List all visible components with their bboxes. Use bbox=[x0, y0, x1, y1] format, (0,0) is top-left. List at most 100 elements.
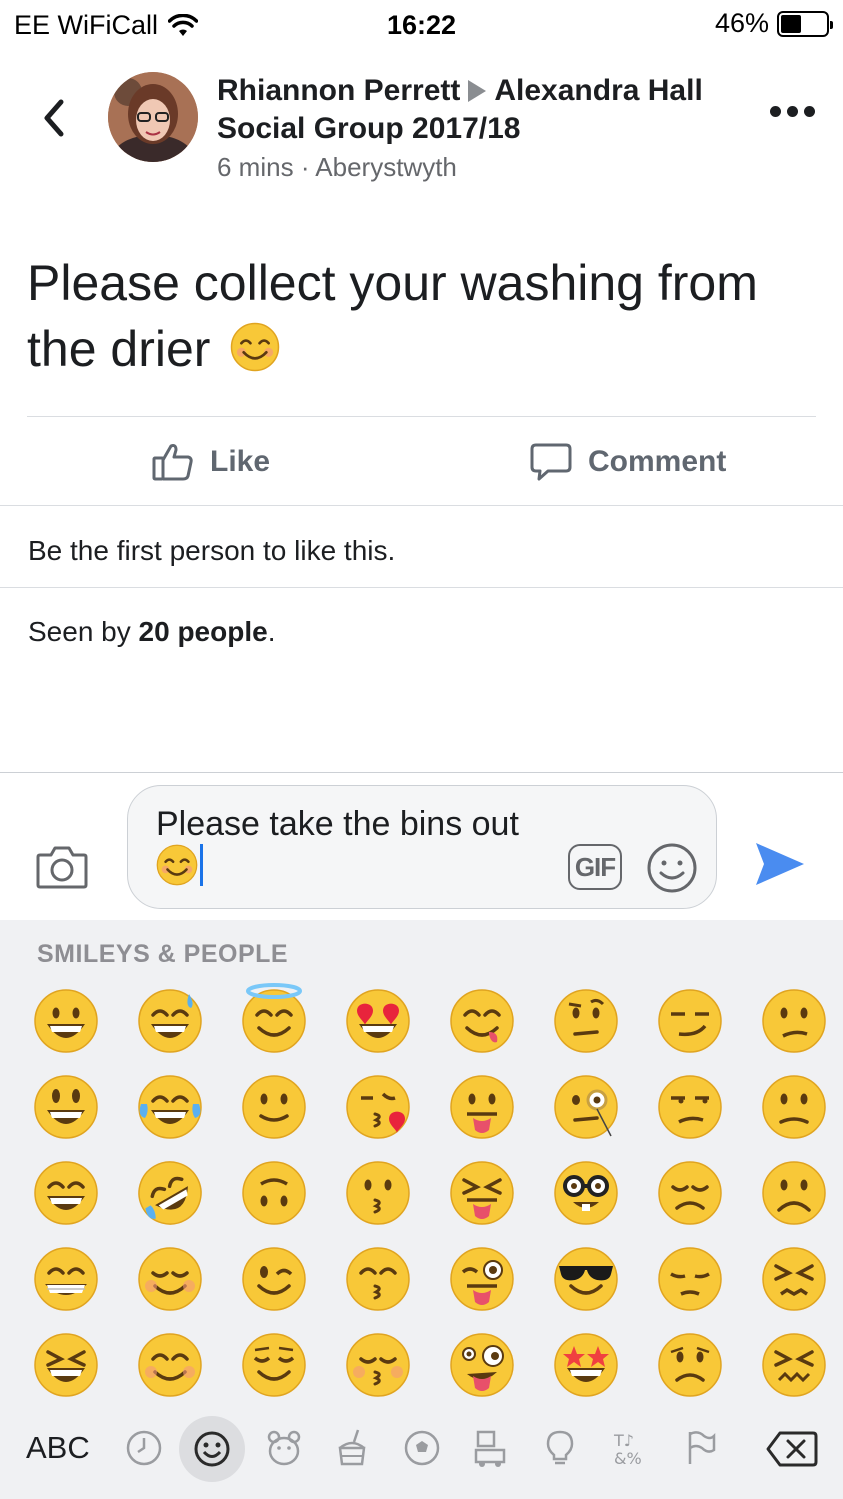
meta-separator: · bbox=[300, 152, 310, 182]
comment-button[interactable]: Comment bbox=[530, 442, 726, 482]
raised-eyebrow-emoji-icon[interactable] bbox=[553, 988, 619, 1054]
comment-label: Comment bbox=[588, 445, 727, 478]
smiley-outline-icon bbox=[647, 843, 697, 893]
abc-key[interactable]: ABC bbox=[26, 1430, 90, 1466]
star-struck-emoji-icon[interactable] bbox=[553, 1332, 619, 1398]
dot-icon bbox=[770, 106, 781, 117]
author-name[interactable]: Rhiannon Perrett bbox=[217, 74, 460, 107]
relaxed-emoji-icon[interactable] bbox=[137, 1246, 203, 1312]
flags-icon[interactable] bbox=[680, 1428, 720, 1468]
monocle-emoji-icon[interactable] bbox=[553, 1074, 619, 1140]
upside-down-emoji-icon[interactable] bbox=[241, 1160, 307, 1226]
post-title[interactable]: Rhiannon Perrett Alexandra Hall Social Gr… bbox=[217, 72, 757, 148]
frowning-emoji-icon[interactable] bbox=[761, 1160, 827, 1226]
pensive-emoji-icon[interactable] bbox=[657, 1246, 723, 1312]
sweat-smile-emoji-icon[interactable] bbox=[137, 988, 203, 1054]
kissing-closed-eyes-emoji-icon[interactable] bbox=[345, 1332, 411, 1398]
winking-tongue-emoji-icon[interactable] bbox=[449, 1246, 515, 1312]
camera-icon bbox=[36, 846, 88, 889]
svg-text:T♪: T♪ bbox=[613, 1431, 634, 1450]
arrow-right-icon bbox=[468, 80, 487, 102]
heart-eyes-emoji-icon[interactable] bbox=[345, 988, 411, 1054]
objects-bulb-icon[interactable] bbox=[540, 1428, 580, 1468]
animals-icon[interactable] bbox=[264, 1428, 304, 1468]
emoji-keyboard: SMILEYS & PEOPLE ABC T♪ &% bbox=[0, 920, 843, 1499]
comment-input[interactable]: Please take the bins out GIF bbox=[127, 785, 717, 909]
grin-emoji-icon[interactable] bbox=[33, 1246, 99, 1312]
battery-icon bbox=[777, 10, 833, 37]
time-ago[interactable]: 6 mins bbox=[217, 152, 294, 182]
recent-clock-icon[interactable] bbox=[124, 1428, 164, 1468]
dot-icon bbox=[804, 106, 815, 117]
text-caret bbox=[200, 844, 203, 886]
kissing-heart-emoji-icon[interactable] bbox=[345, 1074, 411, 1140]
activity-ball-icon[interactable] bbox=[402, 1428, 442, 1468]
confused-emoji-icon[interactable] bbox=[761, 988, 827, 1054]
smileys-icon[interactable] bbox=[192, 1429, 232, 1469]
svg-text:&%: &% bbox=[614, 1449, 642, 1468]
kissing-emoji-icon[interactable] bbox=[345, 1160, 411, 1226]
like-button[interactable]: Like bbox=[152, 442, 270, 482]
divider bbox=[0, 505, 843, 506]
smiling-face-emoji-icon bbox=[231, 322, 280, 372]
battery-percent: 46% bbox=[714, 8, 769, 38]
persevere-emoji-icon[interactable] bbox=[761, 1246, 827, 1312]
zany-emoji-icon[interactable] bbox=[449, 1332, 515, 1398]
worried-emoji-icon[interactable] bbox=[657, 1332, 723, 1398]
avatar[interactable] bbox=[108, 72, 198, 162]
smile-emoji-icon[interactable] bbox=[33, 1160, 99, 1226]
thumbs-up-icon bbox=[152, 444, 193, 481]
symbols-icon[interactable]: T♪ &% bbox=[610, 1428, 650, 1468]
more-options-button[interactable] bbox=[770, 106, 815, 117]
gif-button[interactable]: GIF bbox=[568, 844, 622, 890]
relieved-emoji-icon[interactable] bbox=[241, 1332, 307, 1398]
chevron-left-icon bbox=[44, 99, 64, 137]
avatar-image bbox=[108, 72, 198, 162]
squint-tongue-emoji-icon[interactable] bbox=[449, 1160, 515, 1226]
joy-emoji-icon[interactable] bbox=[137, 1074, 203, 1140]
disappointed-emoji-icon[interactable] bbox=[657, 1160, 723, 1226]
emoji-grid bbox=[33, 983, 833, 1418]
comment-input-value: Please take the bins out bbox=[156, 805, 519, 843]
unamused-emoji-icon[interactable] bbox=[657, 1074, 723, 1140]
seen-by[interactable]: Seen by 20 people. bbox=[28, 616, 275, 648]
slightly-frowning-emoji-icon[interactable] bbox=[761, 1074, 827, 1140]
blush-emoji-icon[interactable] bbox=[137, 1332, 203, 1398]
divider bbox=[0, 587, 843, 588]
comment-input-text[interactable]: Please take the bins out bbox=[156, 804, 576, 887]
like-label: Like bbox=[210, 445, 271, 478]
tongue-emoji-icon[interactable] bbox=[449, 1074, 515, 1140]
wink-emoji-icon[interactable] bbox=[241, 1246, 307, 1312]
yum-emoji-icon[interactable] bbox=[449, 988, 515, 1054]
post-text: Please collect your washing from the dri… bbox=[27, 255, 758, 377]
seen-suffix: . bbox=[267, 616, 276, 647]
send-button[interactable] bbox=[752, 839, 806, 894]
innocent-emoji-icon[interactable] bbox=[241, 983, 307, 1054]
food-icon[interactable] bbox=[332, 1428, 372, 1468]
comment-composer: Please take the bins out GIF bbox=[0, 772, 843, 920]
kissing-smiling-eyes-emoji-icon[interactable] bbox=[345, 1246, 411, 1312]
send-arrow-icon bbox=[756, 843, 804, 885]
comment-bubble-icon bbox=[530, 443, 572, 481]
post-header: Rhiannon Perrett Alexandra Hall Social Gr… bbox=[0, 62, 843, 192]
rofl-emoji-icon[interactable] bbox=[137, 1160, 203, 1226]
keyboard-bottom-bar: ABC T♪ &% bbox=[0, 1416, 843, 1496]
laughing-emoji-icon[interactable] bbox=[33, 1332, 99, 1398]
smiley-emoji-icon[interactable] bbox=[33, 1074, 99, 1140]
dot-icon bbox=[787, 106, 798, 117]
confounded-emoji-icon[interactable] bbox=[761, 1332, 827, 1398]
divider bbox=[27, 416, 816, 417]
camera-button[interactable] bbox=[36, 843, 88, 894]
smiling-face-emoji-icon bbox=[156, 844, 198, 886]
location[interactable]: Aberystwyth bbox=[315, 152, 457, 182]
travel-icon[interactable] bbox=[470, 1428, 510, 1468]
status-bar-right: 46% bbox=[714, 8, 833, 39]
sticker-button[interactable] bbox=[646, 842, 698, 899]
smirk-emoji-icon[interactable] bbox=[657, 988, 723, 1054]
back-button[interactable] bbox=[34, 90, 74, 146]
sunglasses-emoji-icon[interactable] bbox=[553, 1246, 619, 1312]
backspace-icon[interactable] bbox=[766, 1430, 818, 1468]
slightly-smiling-emoji-icon[interactable] bbox=[241, 1074, 307, 1140]
nerd-emoji-icon[interactable] bbox=[553, 1160, 619, 1226]
grinning-emoji-icon[interactable] bbox=[33, 988, 99, 1054]
